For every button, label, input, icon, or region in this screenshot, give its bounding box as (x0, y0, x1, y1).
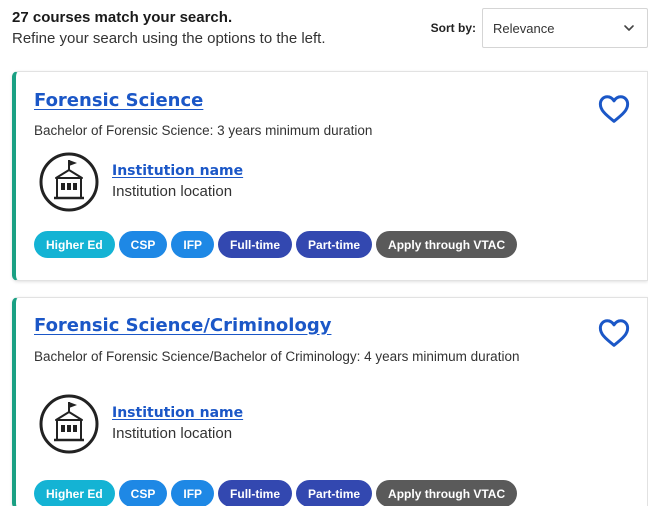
tag-higher-ed: Higher Ed (34, 480, 115, 506)
course-card: Forensic Science/Criminology Bachelor of… (12, 297, 648, 506)
chevron-down-icon (624, 25, 634, 31)
tag-ifp: IFP (171, 231, 215, 258)
heart-outline-icon[interactable] (597, 94, 631, 124)
results-count: 27 courses match your search. (12, 9, 233, 26)
sort-label: Sort by: (430, 21, 476, 35)
institution-location: Institution location (112, 183, 233, 200)
tag-ifp: IFP (171, 480, 215, 506)
course-tags: Higher Ed CSP IFP Full-time Part-time Ap… (34, 480, 518, 506)
tag-csp: CSP (118, 231, 168, 258)
heart-outline-icon[interactable] (597, 318, 631, 348)
tag-part-time: Part-time (296, 231, 373, 258)
sort-select[interactable]: Relevance (482, 8, 648, 48)
sort-control: Sort by: Relevance (431, 8, 648, 48)
tag-csp: CSP (118, 480, 168, 506)
institution-info: Institution name Institution location (38, 392, 243, 456)
tag-full-time: Full-time (218, 231, 293, 258)
tag-apply-vtac: Apply through VTAC (376, 231, 518, 258)
sort-selected-value: Relevance (493, 20, 555, 36)
institution-location: Institution location (112, 425, 233, 442)
tag-apply-vtac: Apply through VTAC (376, 480, 518, 506)
tag-higher-ed: Higher Ed (34, 231, 115, 258)
institution-name-link[interactable]: Institution name (112, 403, 243, 423)
course-title-link[interactable]: Forensic Science (34, 90, 203, 111)
institution-info: Institution name Institution location (38, 150, 243, 214)
course-description: Bachelor of Forensic Science: 3 years mi… (34, 123, 373, 138)
results-header: 27 courses match your search. Refine you… (12, 8, 432, 50)
tag-full-time: Full-time (218, 480, 293, 506)
institution-building-icon (39, 394, 99, 454)
results-hint: Refine your search using the options to … (12, 30, 326, 47)
course-title-link[interactable]: Forensic Science/Criminology (34, 315, 331, 336)
institution-building-icon (39, 152, 99, 212)
course-card: Forensic Science Bachelor of Forensic Sc… (12, 71, 648, 281)
course-tags: Higher Ed CSP IFP Full-time Part-time Ap… (34, 231, 518, 258)
tag-part-time: Part-time (296, 480, 373, 506)
institution-name-link[interactable]: Institution name (112, 161, 243, 181)
course-description: Bachelor of Forensic Science/Bachelor of… (34, 349, 520, 364)
